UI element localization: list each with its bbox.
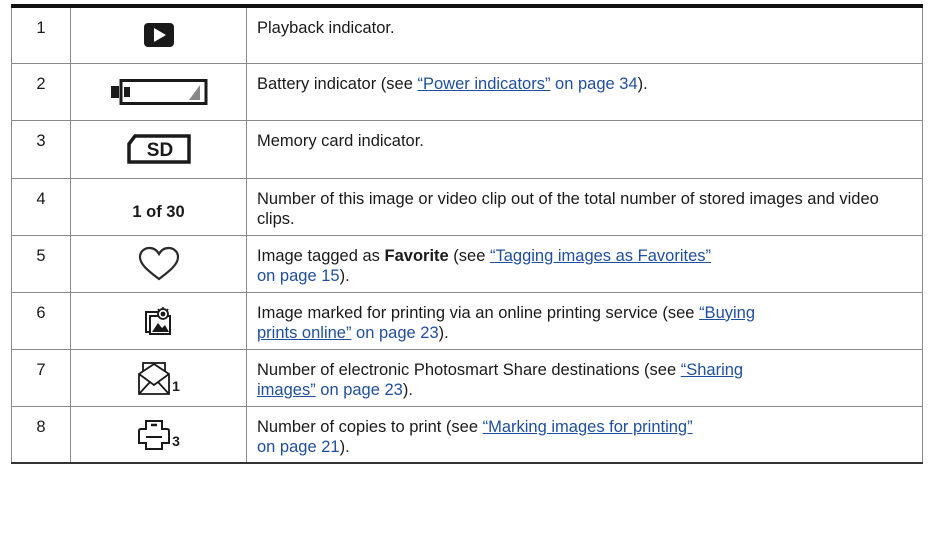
table-row: 8 3 Number of copies to print (see “Mark… [11, 405, 923, 464]
print-copies-count: 3 [172, 433, 180, 450]
icon-cell: 3 [70, 405, 247, 464]
icon-cell: SD [70, 119, 247, 179]
row-description: Image tagged as Favorite (see “Tagging i… [246, 234, 923, 293]
share-count: 1 [172, 377, 180, 394]
row-number: 6 [11, 291, 71, 350]
sd-card-icon: SD [126, 134, 191, 164]
table-row: 2 Battery indicator (see “Power indicato… [11, 62, 923, 121]
table-row: 5 Image tagged as Favorite (see “Tagging… [11, 234, 923, 293]
icon-cell [70, 291, 247, 350]
battery-icon [110, 78, 207, 105]
indicator-legend-table: 1 Playback indicator. 2 Battery indicato… [11, 4, 923, 464]
row-number: 4 [11, 177, 71, 236]
share-envelope-icon [138, 361, 170, 395]
icon-cell [70, 62, 247, 121]
printer-icon [138, 420, 171, 451]
row-description: Playback indicator. [246, 5, 923, 64]
link-power-indicators[interactable]: “Power indicators” on page 34 [418, 75, 638, 93]
row-number: 1 [11, 5, 71, 64]
svg-text:SD: SD [146, 140, 172, 161]
row-number: 7 [11, 348, 71, 407]
online-print-icon [144, 306, 171, 335]
heart-icon [138, 246, 179, 280]
icon-cell [70, 234, 247, 293]
table-row: 4 1 of 30 Number of this image or video … [11, 177, 923, 236]
playback-icon [143, 23, 174, 48]
row-number: 8 [11, 405, 71, 464]
table-row: 7 1 Number of electronic Photosmart Shar… [11, 348, 923, 407]
table-row: 6 Image marked for printing via an onlin… [11, 291, 923, 350]
row-description: Memory card indicator. [246, 119, 923, 179]
row-description: Battery indicator (see “Power indicators… [246, 62, 923, 121]
row-number: 5 [11, 234, 71, 293]
icon-cell: 1 [70, 348, 247, 407]
icon-cell [70, 5, 247, 64]
row-number: 2 [11, 62, 71, 121]
table-row: 1 Playback indicator. [11, 5, 923, 64]
row-description: Number of copies to print (see “Marking … [246, 405, 923, 464]
image-count-text: 1 of 30 [132, 202, 185, 221]
row-description: Number of electronic Photosmart Share de… [246, 348, 923, 407]
row-number: 3 [11, 119, 71, 179]
row-description: Number of this image or video clip out o… [246, 177, 923, 236]
table-row: 3 SD Memory card indicator. [11, 119, 923, 179]
row-description: Image marked for printing via an online … [246, 291, 923, 350]
icon-cell: 1 of 30 [70, 177, 247, 236]
